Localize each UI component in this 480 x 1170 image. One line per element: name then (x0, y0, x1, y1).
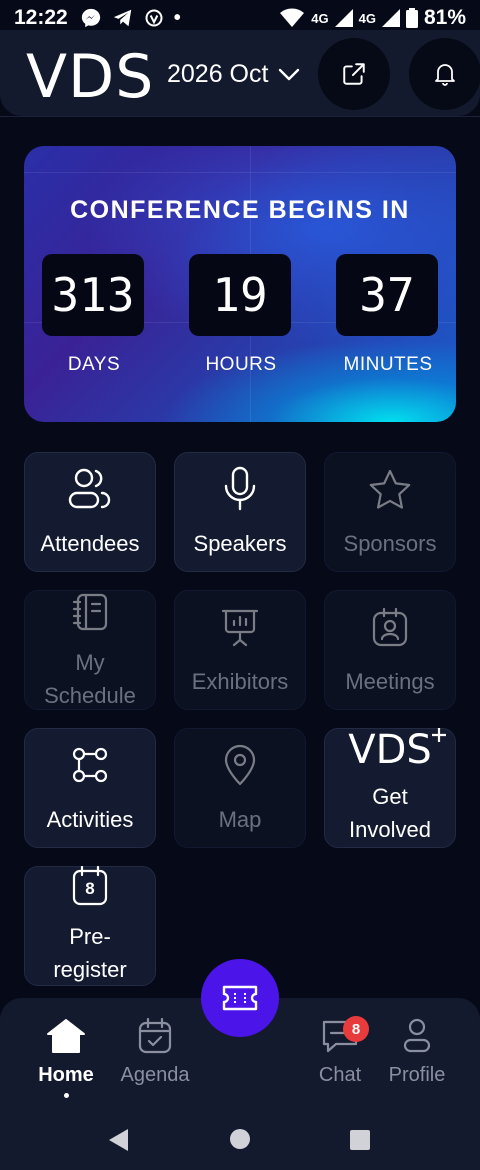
countdown-title: CONFERENCE BEGINS IN (70, 196, 410, 224)
recents-icon[interactable] (349, 1129, 371, 1151)
more-notifications-dot: • (173, 6, 181, 29)
tile-label: My Schedule (44, 650, 136, 708)
battery-icon (405, 8, 418, 28)
vpn-icon (145, 9, 163, 27)
map-pin-icon (224, 744, 256, 785)
signal-icon-2 (381, 9, 400, 27)
tile-label: Meetings (345, 668, 435, 694)
app-header: VDS 2026 Oct (0, 30, 480, 116)
nav-label: Profile (388, 1064, 446, 1086)
user-icon (403, 1018, 431, 1053)
countdown-days-value: 313 (42, 254, 144, 336)
countdown-days: 313 DAYS (42, 254, 146, 376)
home-circle-icon[interactable] (229, 1128, 251, 1150)
edition-label: 2026 Oct (167, 60, 269, 88)
countdown-days-label: DAYS (67, 354, 121, 375)
tile-my-schedule[interactable]: My Schedule (24, 590, 156, 710)
countdown-hours-label: HOURS (205, 354, 277, 375)
wifi-icon (280, 8, 305, 27)
tile-activities[interactable]: Activities (24, 728, 156, 848)
ticket-button[interactable] (201, 959, 279, 1037)
messenger-icon (81, 8, 100, 28)
network-type-1: 4G (311, 10, 329, 26)
sparkle-icon (431, 728, 446, 742)
notifications-button[interactable] (409, 38, 480, 110)
chevron-down-icon (279, 68, 300, 80)
tile-label: Exhibitors (191, 668, 289, 694)
decor-grid-line (24, 172, 456, 173)
nav-home[interactable]: Home (21, 1018, 111, 1098)
badge-icon (372, 607, 408, 646)
route-icon (72, 747, 108, 782)
nav-label: Agenda (120, 1064, 190, 1086)
conference-countdown: CONFERENCE BEGINS IN 313 DAYS 19 HOURS 3… (24, 146, 456, 422)
calendar-check-icon (138, 1018, 172, 1054)
tile-label: Speakers (193, 530, 287, 556)
edition-selector[interactable]: 2026 Oct (167, 60, 300, 89)
vds-logo: VDS (348, 727, 432, 773)
tile-label: Pre-register (53, 924, 127, 982)
home-icon (47, 1019, 85, 1053)
tile-exhibitors[interactable]: Exhibitors (174, 590, 306, 710)
external-link-icon (343, 63, 365, 85)
countdown-minutes-value: 37 (336, 254, 438, 336)
tile-label: Sponsors (343, 530, 437, 556)
tile-label: Activities (46, 806, 134, 832)
nav-agenda[interactable]: Agenda (110, 1018, 200, 1087)
tile-speakers[interactable]: Speakers (174, 452, 306, 572)
tile-label: Attendees (40, 530, 140, 556)
tile-attendees[interactable]: Attendees (24, 452, 156, 572)
external-link-button[interactable] (318, 38, 390, 110)
system-navigation-bar (0, 1106, 480, 1170)
system-status: 4G 4G 81% (279, 6, 466, 30)
calendar-day: 8 (85, 879, 95, 898)
countdown-minutes: 37 MINUTES (336, 254, 440, 376)
tile-meetings[interactable]: Meetings (324, 590, 456, 710)
tile-label: Map (218, 806, 262, 832)
tile-label: Get Involved (349, 784, 431, 842)
nav-profile[interactable]: Profile (372, 1018, 462, 1087)
nav-label: Chat (318, 1064, 362, 1086)
battery-level: 81% (423, 6, 466, 29)
notification-icons: • (80, 7, 181, 30)
signal-icon (334, 9, 353, 27)
tile-get-involved[interactable]: VDS Get Involved (324, 728, 456, 848)
countdown-minutes-label: MINUTES (343, 354, 433, 375)
nav-label: Home (38, 1064, 94, 1086)
star-icon (369, 469, 411, 509)
tile-pre-register[interactable]: 8 Pre-register (24, 866, 156, 986)
chat-unread-badge: 8 (343, 1016, 369, 1042)
tile-sponsors[interactable]: Sponsors (324, 452, 456, 572)
network-type-2: 4G (358, 10, 376, 26)
back-icon[interactable] (108, 1128, 130, 1152)
users-icon (68, 468, 111, 508)
microphone-icon (224, 466, 256, 510)
presentation-icon (221, 609, 259, 646)
countdown-hours-value: 19 (189, 254, 291, 336)
bell-icon (435, 64, 455, 86)
notebook-icon (72, 593, 108, 631)
active-indicator (63, 1093, 69, 1098)
countdown-hours: 19 HOURS (189, 254, 293, 376)
brand-logo: VDS (26, 42, 155, 112)
header-divider (0, 116, 480, 117)
ticket-icon (222, 985, 258, 1011)
clock: 12:22 (14, 6, 68, 29)
tile-map[interactable]: Map (174, 728, 306, 848)
telegram-icon (113, 9, 131, 27)
